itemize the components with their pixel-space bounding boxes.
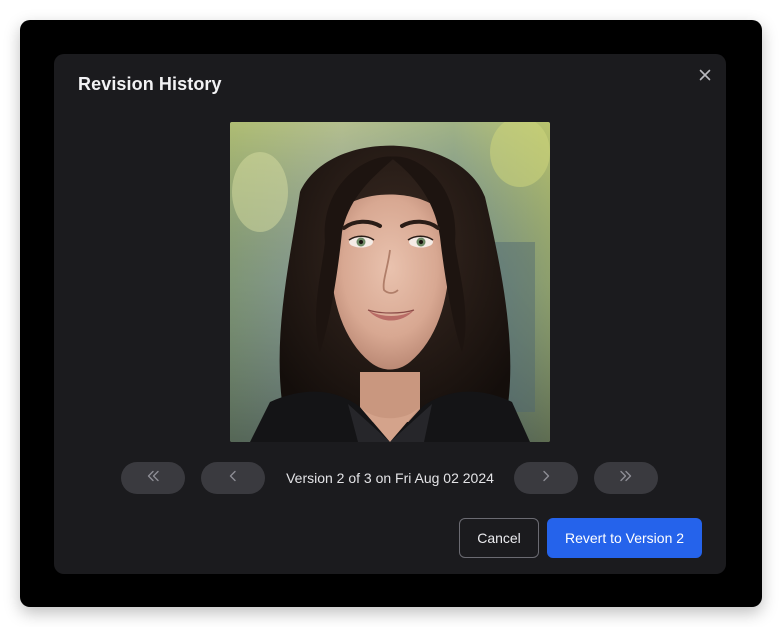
double-chevron-right-icon xyxy=(619,469,633,487)
version-navigation: Version 2 of 3 on Fri Aug 02 2024 xyxy=(54,462,726,494)
last-version-button[interactable] xyxy=(594,462,658,494)
next-version-button[interactable] xyxy=(514,462,578,494)
chevron-left-icon xyxy=(228,469,238,487)
cancel-button[interactable]: Cancel xyxy=(459,518,539,558)
first-version-button[interactable] xyxy=(121,462,185,494)
version-label: Version 2 of 3 on Fri Aug 02 2024 xyxy=(286,470,494,486)
dialog-title: Revision History xyxy=(78,74,222,94)
revert-version-button[interactable]: Revert to Version 2 xyxy=(547,518,702,558)
chevron-right-icon xyxy=(541,469,551,487)
double-chevron-left-icon xyxy=(146,469,160,487)
revision-image xyxy=(230,122,550,442)
revision-history-dialog: Revision History Version 2 of 3 on Fri A… xyxy=(54,54,726,574)
close-button[interactable] xyxy=(694,64,716,86)
previous-version-button[interactable] xyxy=(201,462,265,494)
close-icon xyxy=(699,69,711,81)
